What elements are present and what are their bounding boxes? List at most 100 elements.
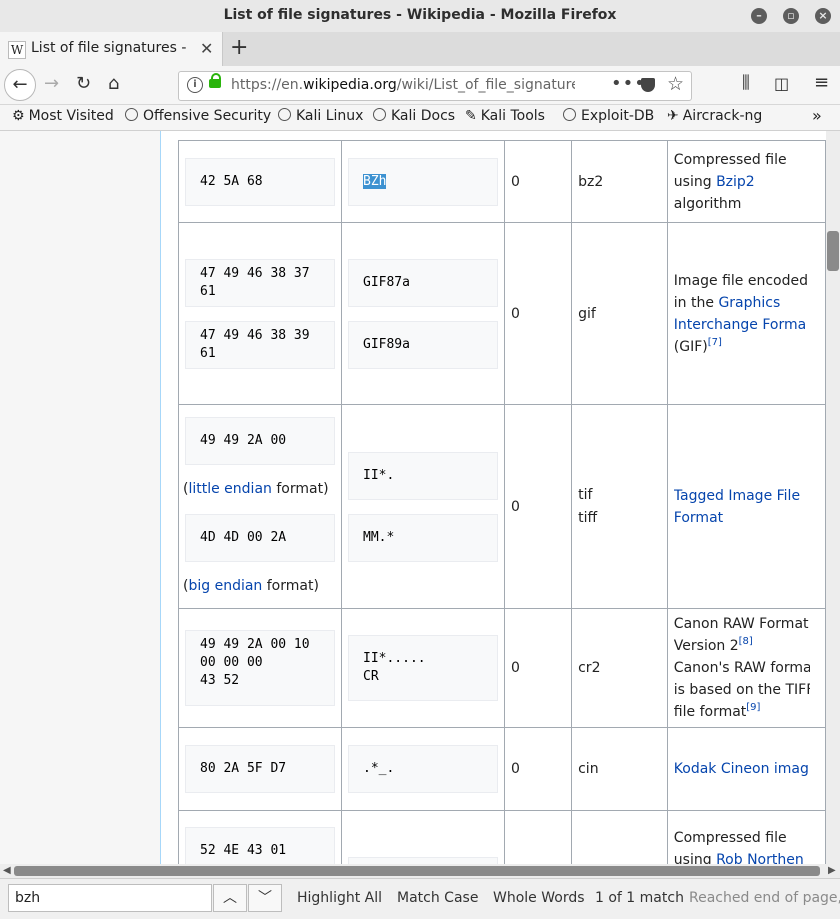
whole-words-toggle[interactable]: Whole Words xyxy=(493,890,585,906)
description-cell: Image file encoded in the Graphics Inter… xyxy=(666,222,826,405)
desc-text: using xyxy=(673,173,717,190)
link-bzip2[interactable]: Bzip2 xyxy=(716,174,755,190)
site-info-icon[interactable]: i xyxy=(187,77,203,93)
link-tagged-image-file-format[interactable]: Format xyxy=(674,507,810,529)
close-window-icon[interactable]: × xyxy=(815,8,831,24)
secure-lock-icon xyxy=(209,73,221,88)
iso-signature: GIF89a xyxy=(348,320,498,369)
navigation-toolbar: ← → ↻ ⌂ i https://en.wikipedia.org/wiki/… xyxy=(0,66,840,105)
extension-cell xyxy=(571,810,668,864)
bookmark-kali-docs[interactable]: Kali Docs xyxy=(373,108,455,124)
url-text[interactable]: https://en.wikipedia.org/wiki/List_of_fi… xyxy=(231,77,575,93)
ext-tiff: tiff xyxy=(578,509,598,526)
bookmark-star-icon[interactable]: ☆ xyxy=(667,73,684,95)
ext-tif: tif xyxy=(578,486,593,503)
link-graphics-interchange-format[interactable]: Interchange Forma xyxy=(674,314,810,336)
table-row: 52 4E 43 01 Compressed file using Rob No… xyxy=(178,810,826,864)
pocket-icon[interactable] xyxy=(641,78,655,92)
endian-note: (big endian format) xyxy=(183,562,341,597)
scroll-right-icon[interactable]: ▶ xyxy=(828,865,836,876)
scroll-left-icon[interactable]: ◀ xyxy=(3,865,11,876)
iso-cell xyxy=(341,810,505,864)
desc-text: Compressed file xyxy=(673,830,787,846)
description-cell: Compressed file using Rob Northen xyxy=(666,810,826,864)
table-row: 80 2A 5F D7 .*_. 0 cin Kodak Cineon imag xyxy=(178,727,826,811)
minimize-icon[interactable]: – xyxy=(751,8,767,24)
hex-signature: 52 4E 43 01 xyxy=(185,827,335,864)
bookmark-exploit-db[interactable]: Exploit-DB xyxy=(563,108,654,124)
find-input[interactable]: bzh xyxy=(8,884,212,912)
reference-9[interactable]: [9] xyxy=(746,702,760,713)
hex-signature: 47 49 46 38 39 61 xyxy=(185,320,335,369)
scrollbar-thumb[interactable] xyxy=(827,231,839,271)
desc-text: Canon RAW Format xyxy=(673,616,809,632)
find-status: 1 of 1 match xyxy=(595,890,684,906)
link-tagged-image-file-format[interactable]: Tagged Image File xyxy=(674,485,810,507)
endian-note: (little endian format) xyxy=(183,465,341,500)
description-cell: Compressed file using Bzip2 algorithm xyxy=(666,140,826,223)
find-next-icon[interactable]: ﹀ xyxy=(248,884,282,912)
file-signatures-table: 42 5A 68 BZh 0 bz2 Compressed file using… xyxy=(178,140,826,864)
reference-8[interactable]: [8] xyxy=(739,636,753,647)
extension-cell: cin xyxy=(571,727,668,811)
link-rob-northen[interactable]: Rob Northen xyxy=(716,852,804,864)
tab-close-icon[interactable]: ✕ xyxy=(200,39,213,58)
reference-7[interactable]: [7] xyxy=(708,337,722,348)
bookmarks-toolbar: ⚙ Most Visited Offensive Security Kali Li… xyxy=(0,105,840,131)
desc-text: (GIF) xyxy=(673,338,708,355)
note-text: format) xyxy=(262,577,319,594)
hex-cell: 52 4E 43 01 xyxy=(178,810,342,864)
desc-text: file format xyxy=(673,704,747,720)
bookmark-kali-tools[interactable]: ✎ Kali Tools xyxy=(465,108,545,124)
wiki-sidebar xyxy=(0,131,161,864)
sidebar-toggle-icon[interactable]: ◫ xyxy=(774,74,789,93)
find-highlight: BZh xyxy=(363,173,387,189)
find-wrap-notice: Reached end of page, continued from top xyxy=(689,890,840,906)
tab-wikipedia[interactable]: W List of file signatures - Wikipedia ✕ xyxy=(0,32,223,66)
link-big-endian[interactable]: big endian xyxy=(188,578,262,594)
maximize-icon[interactable]: ▫ xyxy=(783,8,799,24)
new-tab-icon[interactable]: + xyxy=(230,35,248,60)
link-little-endian[interactable]: little endian xyxy=(188,481,271,497)
iso-signature: II*. xyxy=(348,451,498,500)
hex-cell: 49 49 2A 00 10 00 00 00 43 52 xyxy=(178,608,342,728)
link-kodak-cineon[interactable]: Kodak Cineon imag xyxy=(674,761,809,777)
bookmark-kali-linux[interactable]: Kali Linux xyxy=(278,108,363,124)
home-icon[interactable]: ⌂ xyxy=(108,73,119,94)
link-graphics-interchange-format[interactable]: Graphics xyxy=(718,295,780,311)
back-icon[interactable]: ← xyxy=(4,69,36,101)
iso-cell: II*..... CR xyxy=(341,608,505,728)
kali-dragon-icon: ✎ xyxy=(465,108,477,124)
horizontal-scrollbar[interactable]: ◀ ▶ xyxy=(0,864,840,878)
reload-icon[interactable]: ↻ xyxy=(76,73,91,94)
vertical-scrollbar[interactable] xyxy=(826,131,840,864)
aircrack-icon: ✈ xyxy=(667,108,679,124)
description-cell: Canon RAW Format Version 2[8] Canon's RA… xyxy=(666,608,826,728)
iso-cell: .*_. xyxy=(341,727,505,811)
find-previous-icon[interactable]: ︿ xyxy=(213,884,247,912)
menu-icon[interactable]: ≡ xyxy=(814,72,829,93)
window-titlebar: List of file signatures - Wikipedia - Mo… xyxy=(0,0,840,32)
note-text: format) xyxy=(271,480,329,497)
desc-text: using xyxy=(673,852,717,864)
bookmark-offensive-security[interactable]: Offensive Security xyxy=(125,108,271,124)
bookmark-most-visited[interactable]: ⚙ Most Visited xyxy=(12,108,114,124)
desc-text: Compressed file xyxy=(673,151,787,168)
bookmarks-overflow-icon[interactable]: » xyxy=(812,106,822,125)
offset-cell: 0 xyxy=(503,140,573,223)
table-row: 47 49 46 38 37 61 47 49 46 38 39 61 GIF8… xyxy=(178,222,826,405)
highlight-all-toggle[interactable]: Highlight All xyxy=(297,890,382,906)
forward-icon[interactable]: → xyxy=(44,73,59,94)
hex-cell: 49 49 2A 00 (little endian format) 4D 4D… xyxy=(178,404,342,609)
bookmark-aircrack-ng[interactable]: ✈ Aircrack-ng xyxy=(667,108,762,124)
match-case-toggle[interactable]: Match Case xyxy=(397,890,478,906)
hex-signature: 4D 4D 00 2A xyxy=(185,513,335,562)
iso-signature: BZh xyxy=(348,157,498,206)
library-icon[interactable]: ⫼ xyxy=(742,73,750,93)
description-cell: Kodak Cineon imag xyxy=(666,727,826,811)
wikipedia-favicon-icon: W xyxy=(8,41,26,59)
iso-signature: II*..... CR xyxy=(348,635,498,701)
url-bar[interactable]: i https://en.wikipedia.org/wiki/List_of_… xyxy=(178,71,692,101)
iso-signature xyxy=(348,857,498,864)
scrollbar-thumb[interactable] xyxy=(14,866,820,876)
